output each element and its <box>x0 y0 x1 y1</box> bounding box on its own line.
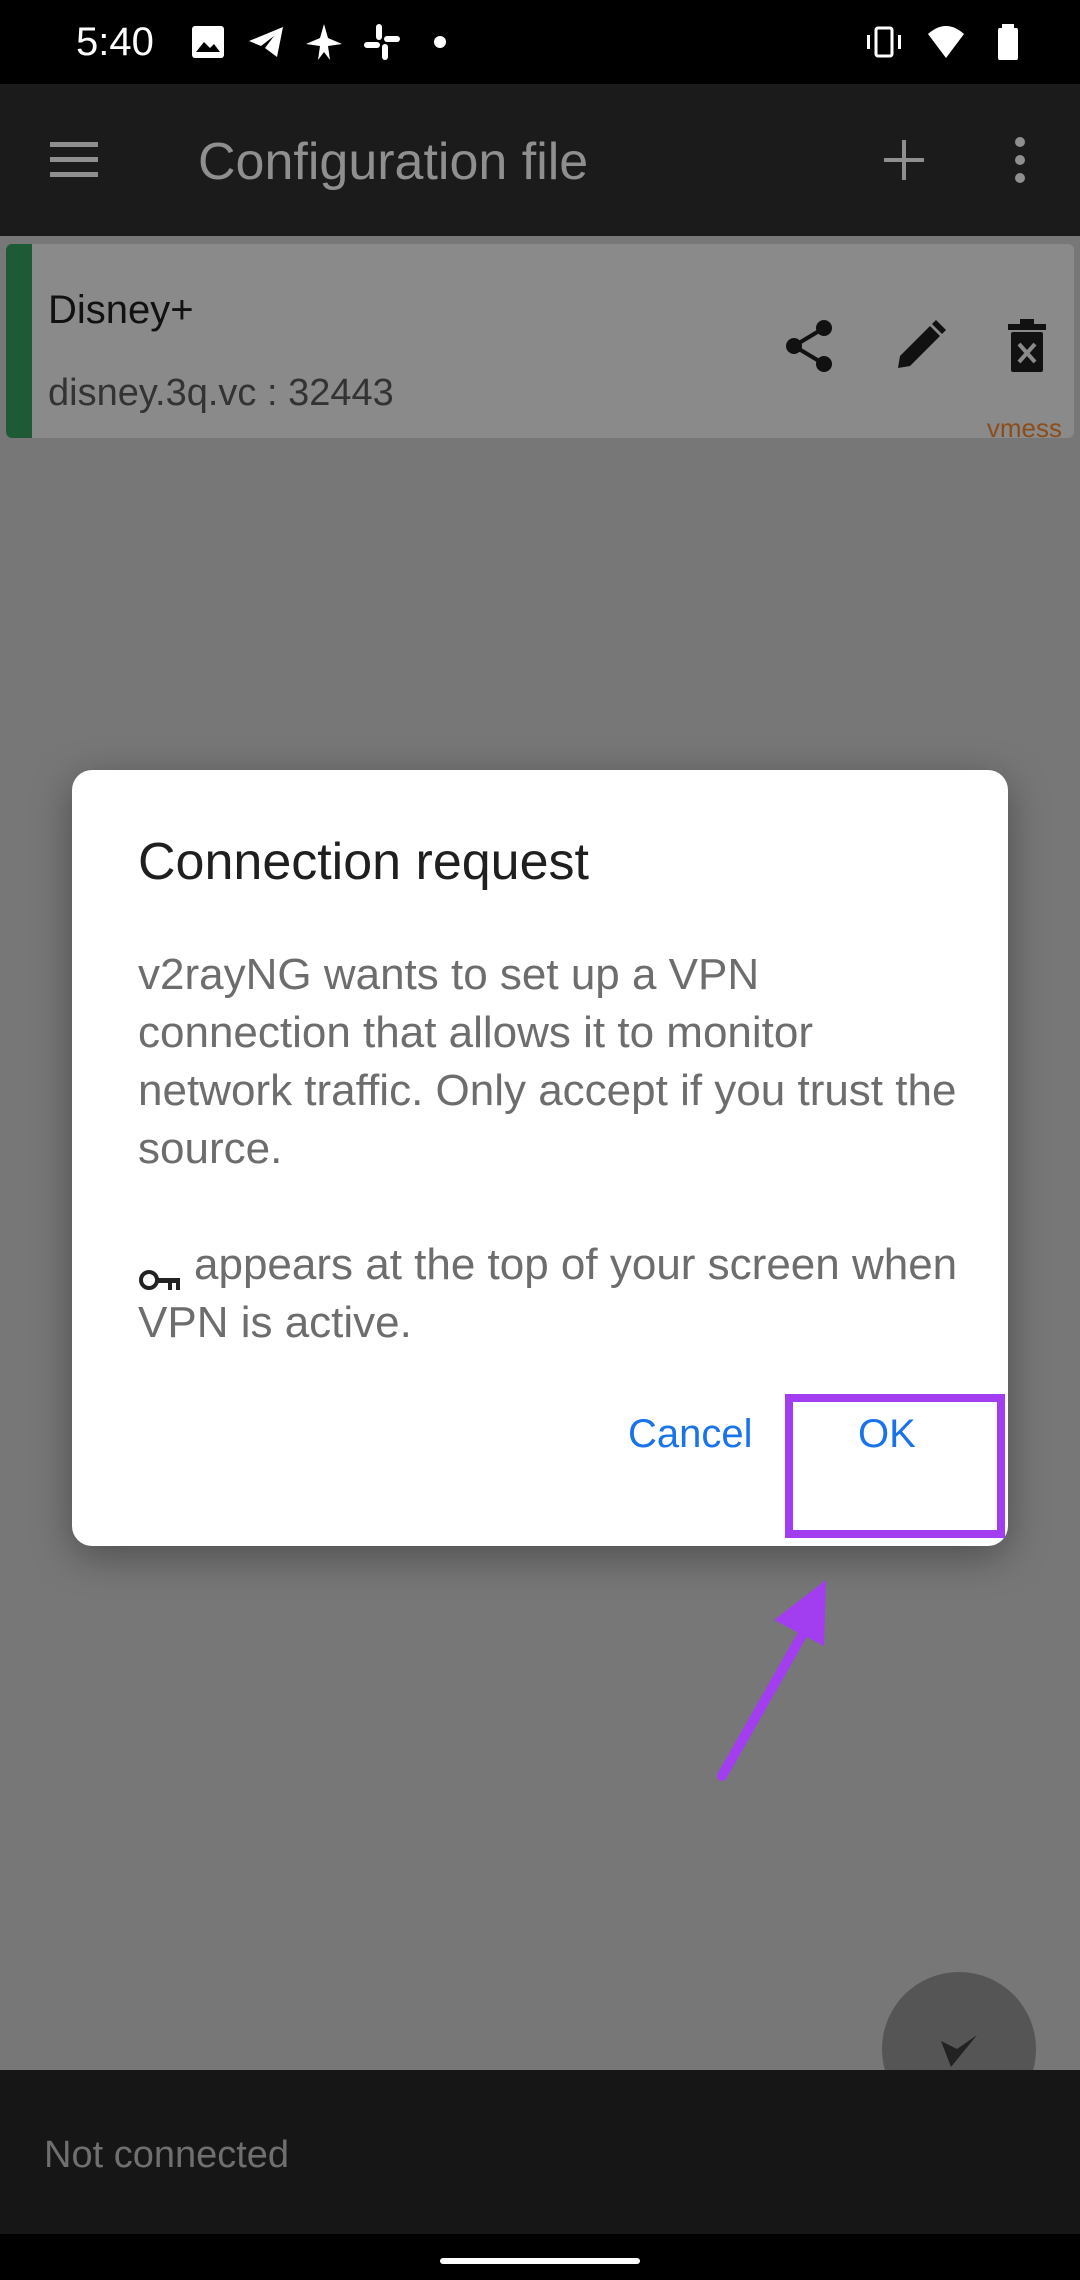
home-handle[interactable] <box>440 2258 640 2264</box>
server-name: Disney+ <box>48 288 194 332</box>
status-bar: 5:40 <box>0 0 1080 84</box>
key-icon <box>138 1252 184 1291</box>
share-icon[interactable] <box>780 316 840 376</box>
selected-indicator <box>6 244 32 438</box>
plane-icon <box>304 22 344 62</box>
dialog-vpn-note: appears at the top of your screen when V… <box>138 1236 958 1352</box>
status-time: 5:40 <box>76 20 154 64</box>
telegram-icon <box>246 22 286 62</box>
dialog-title: Connection request <box>138 833 589 891</box>
delete-icon[interactable] <box>1002 316 1052 376</box>
plus-icon[interactable] <box>876 132 932 188</box>
battery-icon <box>988 22 1028 62</box>
server-address: disney.3q.vc : 32443 <box>48 372 394 414</box>
hamburger-menu-icon[interactable] <box>44 132 104 188</box>
notification-icons <box>188 22 460 62</box>
cancel-button[interactable]: Cancel <box>628 1410 753 1458</box>
ok-highlight-box <box>785 1394 1005 1538</box>
connection-status-bar[interactable]: Not connected <box>0 2070 1080 2234</box>
edit-icon[interactable] <box>890 316 950 376</box>
vibrate-icon <box>864 22 904 62</box>
dialog-message: v2rayNG wants to set up a VPN connection… <box>138 950 957 1173</box>
connection-status: Not connected <box>44 2134 290 2176</box>
protocol-label: vmess <box>986 413 1062 438</box>
gesture-navbar <box>0 2234 1080 2280</box>
server-card[interactable]: Disney+ disney.3q.vc : 32443 vmess <box>6 244 1074 438</box>
app-toolbar: Configuration file <box>0 84 1080 236</box>
annotation-arrow <box>700 1570 860 1810</box>
wifi-icon <box>926 22 966 62</box>
slack-icon <box>362 22 402 62</box>
more-vert-icon[interactable] <box>1000 132 1040 188</box>
system-icons <box>864 22 1028 62</box>
toolbar-title: Configuration file <box>198 133 589 191</box>
image-icon <box>188 22 228 62</box>
dot-icon <box>420 22 460 62</box>
dialog-vpn-note-text: appears at the top of your screen when V… <box>138 1240 958 1347</box>
